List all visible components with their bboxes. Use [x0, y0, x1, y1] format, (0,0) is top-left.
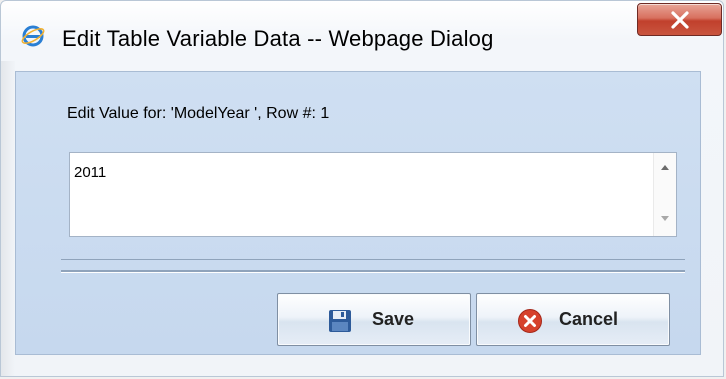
- cancel-button[interactable]: Cancel: [476, 293, 670, 346]
- window-title: Edit Table Variable Data -- Webpage Dial…: [62, 26, 494, 51]
- close-button[interactable]: [637, 3, 722, 36]
- close-icon: [671, 11, 689, 29]
- edit-value-label: Edit Value for: 'ModelYear ', Row #: 1: [67, 105, 330, 122]
- scroll-down-arrow-icon[interactable]: [658, 211, 672, 225]
- cancel-x-icon: [518, 309, 542, 333]
- save-button-label: Save: [372, 309, 415, 329]
- dialog-window: Edit Table Variable Data -- Webpage Dial…: [0, 0, 724, 377]
- scroll-up-arrow-icon[interactable]: [658, 161, 672, 175]
- save-button[interactable]: Save: [277, 293, 471, 346]
- separator-line: [61, 270, 685, 273]
- value-text[interactable]: 2011: [74, 164, 106, 181]
- ie-icon: [21, 24, 45, 48]
- window-left-edge: [1, 61, 15, 376]
- title-bar[interactable]: Edit Table Variable Data -- Webpage Dial…: [1, 1, 723, 71]
- value-textarea[interactable]: 2011: [69, 152, 677, 237]
- floppy-disk-icon: [329, 310, 351, 332]
- separator-line: [61, 259, 685, 260]
- textarea-scrollbar[interactable]: [653, 153, 676, 236]
- cancel-button-label: Cancel: [559, 309, 619, 329]
